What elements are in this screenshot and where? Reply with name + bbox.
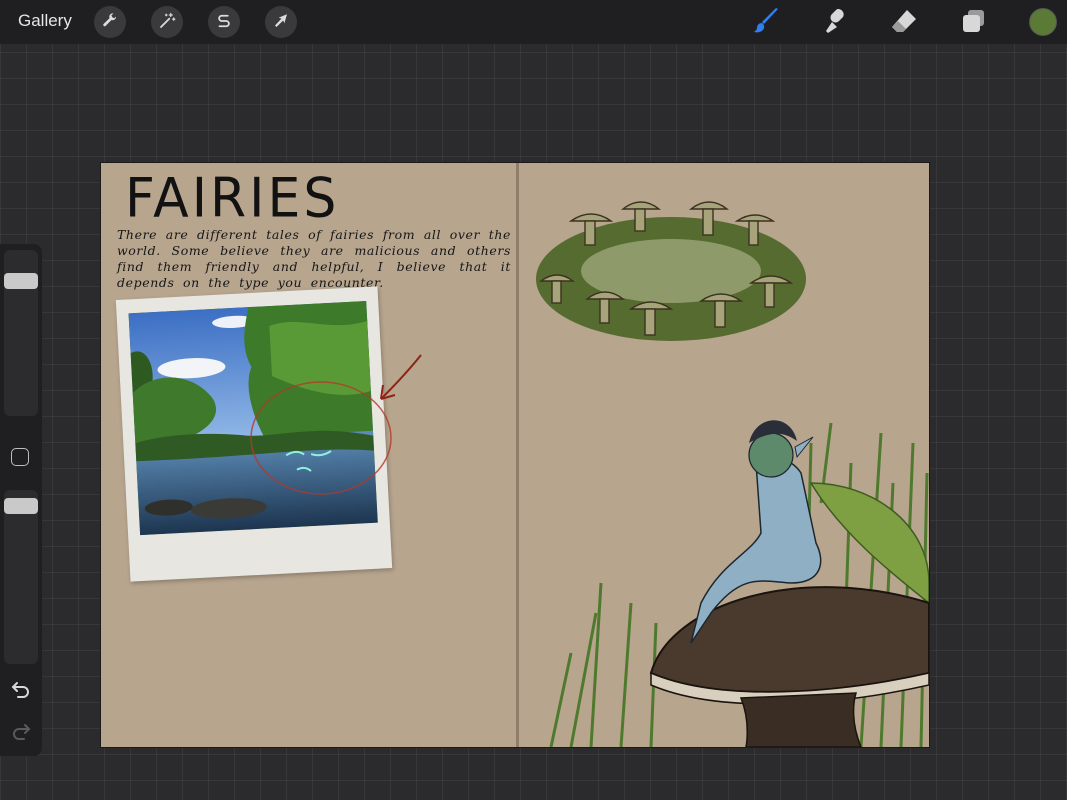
color-picker-button[interactable] (1029, 8, 1057, 36)
redo-button[interactable] (9, 720, 33, 744)
fairy-on-mushroom-illustration (541, 403, 929, 747)
brush-icon (752, 7, 780, 38)
transform-button[interactable] (265, 6, 297, 38)
undo-icon (11, 679, 31, 702)
paint-brush-button[interactable] (752, 7, 780, 38)
opacity-slider-thumb[interactable] (4, 498, 38, 514)
annotation-circle (250, 381, 392, 495)
left-sidebar (0, 244, 42, 756)
adjustments-button[interactable] (151, 6, 183, 38)
eraser-button[interactable] (890, 8, 918, 36)
layers-button[interactable] (960, 8, 988, 36)
page-spine (516, 163, 519, 747)
gallery-button[interactable]: Gallery (18, 11, 72, 31)
layers-icon (960, 7, 988, 38)
mushroom-ring-illustration (531, 191, 821, 351)
arrow-cursor-icon (272, 12, 290, 33)
magic-wand-icon (158, 12, 176, 33)
undo-button[interactable] (9, 678, 33, 702)
top-toolbar: Gallery (0, 0, 1067, 44)
redo-icon (11, 721, 31, 744)
smudge-button[interactable] (822, 8, 850, 36)
selection-s-icon (215, 12, 233, 33)
eraser-icon (890, 7, 918, 38)
brush-size-slider[interactable] (4, 250, 38, 416)
smudge-icon (822, 7, 850, 38)
body-text: There are different tales of fairies fro… (117, 227, 511, 290)
brush-size-slider-thumb[interactable] (4, 273, 38, 289)
wrench-icon (101, 12, 119, 33)
drawing-canvas[interactable]: FAIRIES There are different tales of fai… (101, 163, 929, 747)
opacity-slider[interactable] (4, 490, 38, 664)
page-title: FAIRIES (125, 167, 340, 230)
selection-button[interactable] (208, 6, 240, 38)
actions-button[interactable] (94, 6, 126, 38)
modify-button[interactable] (11, 448, 29, 466)
